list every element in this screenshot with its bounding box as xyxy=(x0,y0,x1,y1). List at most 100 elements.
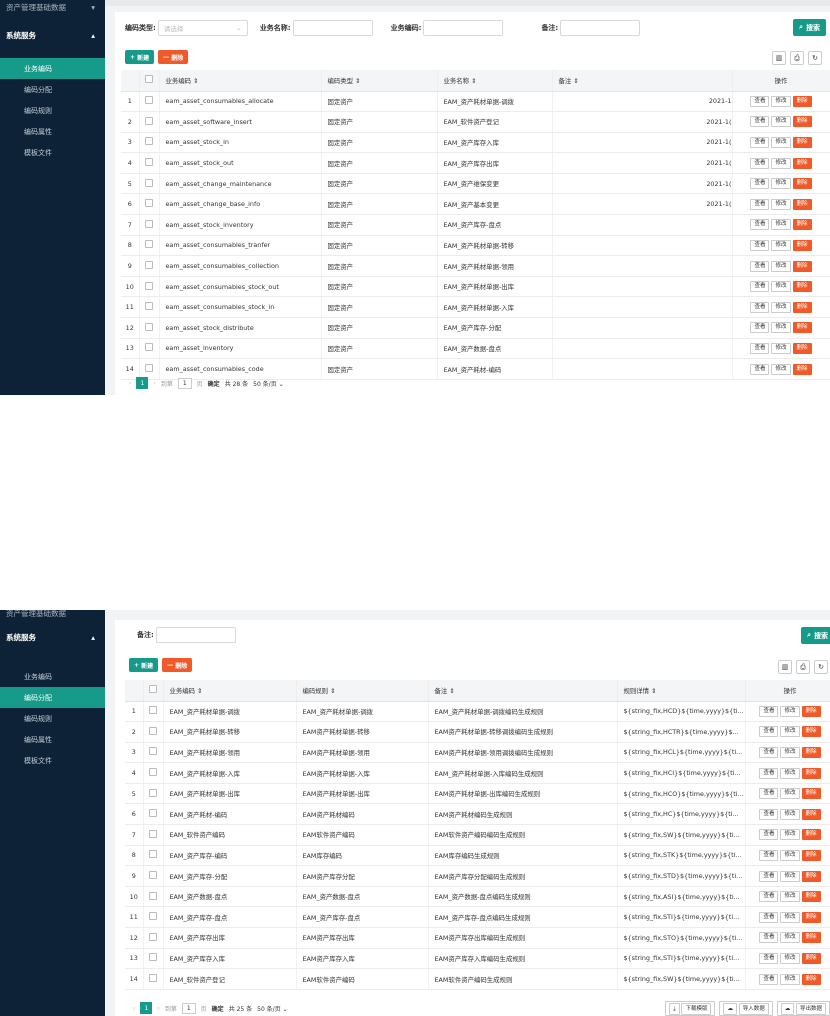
view-button[interactable]: 查看 xyxy=(750,342,770,354)
edit-button[interactable]: 修改 xyxy=(771,281,791,293)
refresh-icon[interactable]: ↻ xyxy=(808,51,822,65)
current-page[interactable]: 1 xyxy=(136,377,149,389)
delete-button[interactable]: — 删除 xyxy=(162,658,193,672)
confirm-button[interactable]: 确定 xyxy=(212,1004,224,1013)
code-input[interactable] xyxy=(423,20,504,36)
delete-row-button[interactable]: 删除 xyxy=(801,767,821,779)
row-checkbox[interactable] xyxy=(139,317,160,339)
select-all-checkbox[interactable] xyxy=(139,70,160,92)
table-row[interactable]: 3 EAM_资产耗材单据-领用 EAM资产耗材单据-领用 EAM资产耗材单据-领用调拨… xyxy=(125,742,830,764)
delete-row-button[interactable]: 删除 xyxy=(792,322,812,334)
table-row[interactable]: 13 EAM_资产库存入库 EAM资产库存入库 EAM资产库存入库编码生成规则 ${st… xyxy=(125,948,830,970)
row-checkbox[interactable] xyxy=(139,338,160,360)
row-checkbox[interactable] xyxy=(143,762,164,784)
delete-row-button[interactable]: 删除 xyxy=(801,829,821,841)
row-checkbox[interactable] xyxy=(143,968,164,990)
col-name[interactable]: 业务名称 ⇕ xyxy=(437,70,553,92)
table-row[interactable]: 10 EAM_资产数据-盘点 EAM_资产数据-盘点 EAM_资产数据-盘点编码生成规… xyxy=(125,886,830,908)
page-size-select[interactable]: 50 条/页 ⌄ xyxy=(257,1004,288,1013)
row-checkbox[interactable] xyxy=(139,132,160,154)
sidebar-item-business-code[interactable]: 业务编码 xyxy=(0,58,105,79)
table-row[interactable]: 6 eam_asset_change_base_info 固定资产 EAM_资产基本变… xyxy=(121,193,830,216)
table-row[interactable]: 7 eam_asset_stock_inventory 固定资产 EAM_资产库存-盘… xyxy=(121,214,830,236)
edit-button[interactable]: 修改 xyxy=(780,746,800,758)
print-icon[interactable]: ⎙ xyxy=(790,51,804,65)
view-button[interactable]: 查看 xyxy=(759,767,779,779)
name-input[interactable] xyxy=(292,20,373,36)
delete-row-button[interactable]: 删除 xyxy=(801,788,821,800)
sidebar-section-system[interactable]: 系统服务 ▴ xyxy=(0,20,105,50)
import-button[interactable]: ☁ 导入数据 xyxy=(719,1001,773,1016)
sidebar-group-asset-base[interactable]: 资产管理基础数据 ▾ xyxy=(0,0,105,14)
view-button[interactable]: 查看 xyxy=(759,829,779,841)
sidebar-item-code-rule[interactable]: 编码规则 xyxy=(0,708,105,729)
sidebar-item-business-code[interactable]: 业务编码 xyxy=(0,666,105,687)
edit-button[interactable]: 修改 xyxy=(771,363,791,375)
table-row[interactable]: 10 eam_asset_consumables_stock_out 固定资产 EAM… xyxy=(121,276,830,298)
view-button[interactable]: 查看 xyxy=(750,95,770,107)
table-row[interactable]: 2 eam_asset_software_insert 固定资产 EAM_软件资产登记… xyxy=(121,111,830,133)
col-remark[interactable]: 备注 ⇕ xyxy=(428,680,618,702)
edit-button[interactable]: 修改 xyxy=(771,260,791,272)
next-page-icon[interactable]: › xyxy=(153,380,155,387)
col-type[interactable]: 编码类型 ⇕ xyxy=(321,70,438,92)
delete-row-button[interactable]: 删除 xyxy=(792,116,812,128)
edit-button[interactable]: 修改 xyxy=(771,342,791,354)
delete-row-button[interactable]: 删除 xyxy=(801,952,821,964)
remark-input[interactable] xyxy=(560,20,641,36)
refresh-icon[interactable]: ↻ xyxy=(814,660,828,674)
delete-row-button[interactable]: 删除 xyxy=(792,342,812,354)
row-checkbox[interactable] xyxy=(143,803,164,826)
table-row[interactable]: 4 EAM_资产耗材单据-入库 EAM资产耗材单据-入库 EAM_资产耗材单据-入库编… xyxy=(125,762,830,784)
edit-button[interactable]: 修改 xyxy=(771,178,791,190)
view-button[interactable]: 查看 xyxy=(750,178,770,190)
view-button[interactable]: 查看 xyxy=(759,870,779,882)
view-button[interactable]: 查看 xyxy=(759,808,779,820)
edit-button[interactable]: 修改 xyxy=(780,952,800,964)
view-button[interactable]: 查看 xyxy=(750,198,770,210)
table-row[interactable]: 13 eam_asset_inventory 固定资产 EAM_资产数据-盘点 查看 修改… xyxy=(121,338,830,360)
select-all-checkbox[interactable] xyxy=(143,680,164,702)
download-template-button[interactable]: ⤓ 下载模版 xyxy=(665,1001,716,1016)
row-checkbox[interactable] xyxy=(143,865,164,887)
edit-button[interactable]: 修改 xyxy=(771,198,791,210)
view-button[interactable]: 查看 xyxy=(750,239,770,251)
row-checkbox[interactable] xyxy=(139,214,160,236)
row-checkbox[interactable] xyxy=(143,701,164,723)
table-row[interactable]: 11 EAM_资产库存-盘点 EAM_资产库存-盘点 EAM_资产库存-盘点编码生成规… xyxy=(125,906,830,929)
edit-button[interactable]: 修改 xyxy=(771,157,791,169)
goto-page-input[interactable]: 1 xyxy=(181,1002,196,1014)
row-checkbox[interactable] xyxy=(143,721,164,743)
table-row[interactable]: 5 EAM_资产耗材单据-出库 EAM资产耗材单据-出库 EAM资产耗材单据-出库编码… xyxy=(125,783,830,805)
sidebar-item-template[interactable]: 模板文件 xyxy=(0,142,105,163)
edit-button[interactable]: 修改 xyxy=(771,136,791,148)
table-row[interactable]: 12 EAM_资产库存出库 EAM资产库存出库 EAM资产库存出库编码生成规则 ${st… xyxy=(125,927,830,949)
view-button[interactable]: 查看 xyxy=(759,788,779,800)
row-checkbox[interactable] xyxy=(143,906,164,929)
view-button[interactable]: 查看 xyxy=(759,726,779,738)
col-rule[interactable]: 编码规则 ⇕ xyxy=(296,680,429,702)
col-code[interactable]: 业务编码 ⇕ xyxy=(163,680,297,702)
delete-button[interactable]: — 删除 xyxy=(158,50,189,64)
edit-button[interactable]: 修改 xyxy=(771,95,791,107)
table-row[interactable]: 1 EAM_资产耗材单据-调拨 EAM_资产耗材单据-调拨 EAM_资产耗材单据-调拨… xyxy=(125,701,830,723)
delete-row-button[interactable]: 删除 xyxy=(801,932,821,944)
table-row[interactable]: 1 eam_asset_consumables_allocate 固定资产 EAM_资… xyxy=(121,91,830,113)
table-row[interactable]: 6 EAM_资产耗材-编码 EAM资产耗材编码 EAM资产耗材编码生成规则 ${stri… xyxy=(125,803,830,826)
delete-row-button[interactable]: 删除 xyxy=(801,746,821,758)
row-checkbox[interactable] xyxy=(143,927,164,949)
row-checkbox[interactable] xyxy=(143,783,164,805)
row-checkbox[interactable] xyxy=(139,173,160,195)
view-button[interactable]: 查看 xyxy=(759,973,779,985)
delete-row-button[interactable]: 删除 xyxy=(792,301,812,313)
row-checkbox[interactable] xyxy=(139,152,160,174)
col-detail[interactable]: 规则详情 ⇕ xyxy=(617,680,746,702)
delete-row-button[interactable]: 删除 xyxy=(792,260,812,272)
sidebar-group-asset-base[interactable]: 资产管理基础数据 xyxy=(0,610,105,620)
columns-icon[interactable]: ▥ xyxy=(772,51,786,65)
delete-row-button[interactable]: 删除 xyxy=(792,239,812,251)
edit-button[interactable]: 修改 xyxy=(771,239,791,251)
row-checkbox[interactable] xyxy=(139,111,160,133)
row-checkbox[interactable] xyxy=(143,824,164,846)
view-button[interactable]: 查看 xyxy=(750,363,770,375)
